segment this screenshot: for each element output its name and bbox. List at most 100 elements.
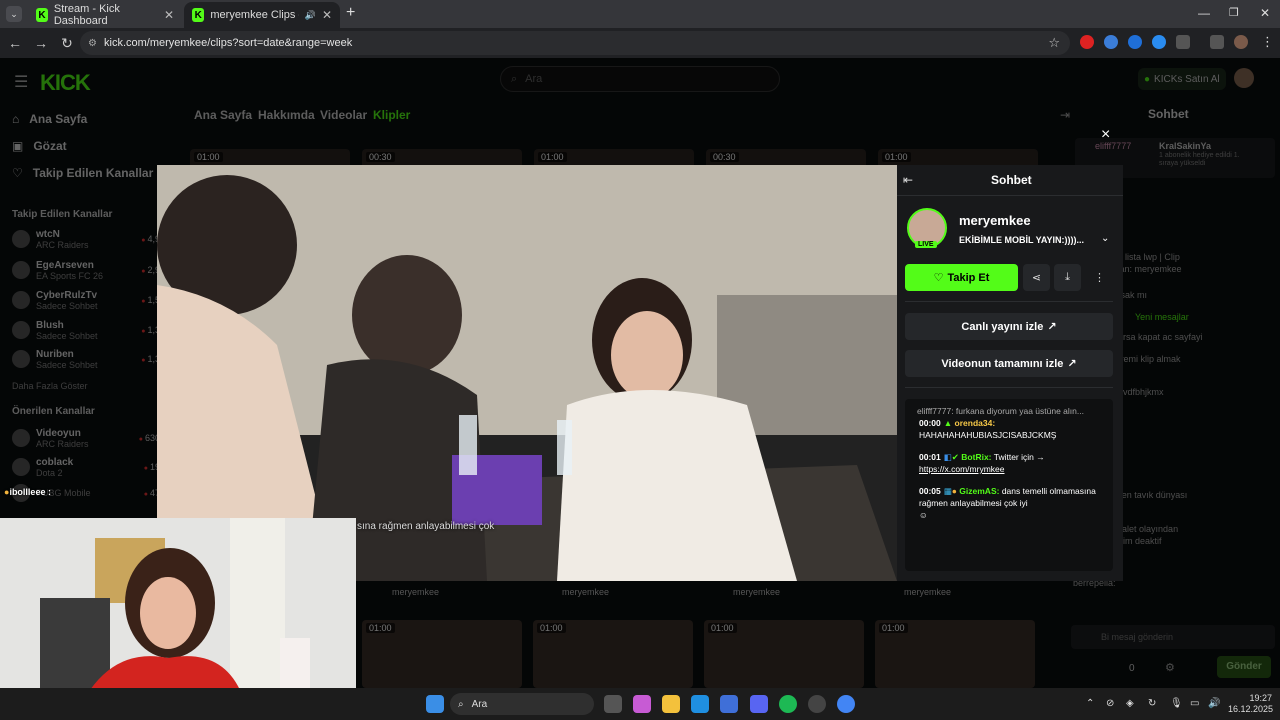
volume-icon[interactable]: 🔊 xyxy=(1208,698,1220,709)
clip-username[interactable]: meryemkee xyxy=(904,587,951,597)
close-window-icon[interactable]: ✕ xyxy=(1260,6,1270,20)
restore-icon[interactable]: ❐ xyxy=(1229,6,1239,19)
followed-channel[interactable]: wtcNARC Raiders4,9 xyxy=(12,226,160,252)
tab-clips[interactable]: Klipler xyxy=(373,108,410,122)
speaker-icon[interactable]: 🔊 xyxy=(305,10,316,21)
avatar xyxy=(12,261,30,279)
follow-button[interactable]: ♡ Takip Et xyxy=(905,264,1018,291)
edge-icon[interactable] xyxy=(691,695,709,713)
chat-input[interactable]: Bi mesaj gönderin xyxy=(1071,625,1275,649)
forward-icon[interactable]: → xyxy=(28,35,54,51)
extension-red-icon[interactable] xyxy=(1080,35,1094,49)
spotify-icon[interactable] xyxy=(779,695,797,713)
address-bar[interactable]: ⚙ kick.com/meryemkee/clips?sort=date&ran… xyxy=(80,31,1070,55)
webcam-overlay xyxy=(0,518,356,690)
tab-videos[interactable]: Videolar xyxy=(320,108,367,122)
show-more-link[interactable]: Daha Fazla Göster xyxy=(12,381,88,391)
recommended-channel[interactable]: coblackDota 219 xyxy=(12,454,160,480)
hamburger-menu-icon[interactable]: ☰ xyxy=(14,72,28,92)
recommended-header: Önerilen Kanallar xyxy=(12,406,95,417)
more-options-button[interactable]: ⋮ xyxy=(1086,264,1113,291)
heart-icon: ♡ xyxy=(933,272,944,284)
copilot-icon[interactable] xyxy=(633,695,651,713)
monitor-icon[interactable]: ▭ xyxy=(1190,698,1199,709)
taskbar-search[interactable]: ⌕ Ara xyxy=(450,693,594,715)
extension-translate-icon[interactable] xyxy=(1104,35,1118,49)
followed-channel[interactable]: CyberRulzTvSadece Sohbet1,5 xyxy=(12,287,160,313)
channel-name[interactable]: meryemkee xyxy=(959,213,1031,228)
task-view-icon[interactable] xyxy=(604,695,622,713)
taskbar-clock[interactable]: 19:27 16.12.2025 xyxy=(1228,693,1273,715)
close-tab-icon[interactable]: ✕ xyxy=(322,8,332,22)
back-icon[interactable]: ← xyxy=(2,35,28,51)
watch-live-button[interactable]: Canlı yayını izle ↗ xyxy=(905,313,1113,340)
chevron-down-icon[interactable]: ⌄ xyxy=(1101,233,1109,244)
reload-icon[interactable]: ↻ xyxy=(54,35,80,52)
site-info-icon[interactable]: ⚙ xyxy=(88,38,97,49)
nav-home[interactable]: ⌂ Ana Sayfa xyxy=(12,112,87,126)
clip-thumbnail[interactable]: 01:00 xyxy=(362,620,522,688)
settings-gear-icon[interactable]: ⚙ xyxy=(1165,661,1175,674)
heart-icon: ♡ xyxy=(12,166,23,180)
followed-channel[interactable]: BlushSadece Sohbet1,3 xyxy=(12,317,160,343)
download-button[interactable]: ⤓ xyxy=(1054,264,1081,291)
tray-app-icon[interactable]: ◈ xyxy=(1126,698,1134,709)
avatar xyxy=(12,458,30,476)
extension-audio-icon[interactable] xyxy=(1128,35,1142,49)
tray-sync-icon[interactable]: ↻ xyxy=(1148,698,1156,709)
tab-meryemkee-clips[interactable]: K meryemkee Clips - Watch L 🔊 ✕ xyxy=(184,2,340,28)
obs-icon[interactable] xyxy=(808,695,826,713)
discord-icon[interactable] xyxy=(750,695,768,713)
kick-logo[interactable]: KICK xyxy=(40,70,91,96)
chat-message: 00:00 ▲ orenda34: HAHAHAHAHUBIASJCISABJCK… xyxy=(919,418,1057,440)
microphone-icon[interactable]: 🎙 xyxy=(1170,698,1183,709)
avatar xyxy=(12,429,30,447)
tray-chevron-icon[interactable]: ⌃ xyxy=(1086,698,1094,709)
nav-browse[interactable]: ▣ Gözat xyxy=(12,139,67,153)
live-badge: LIVE xyxy=(915,241,937,248)
close-modal-button[interactable]: × xyxy=(1101,126,1110,144)
windows-start-icon[interactable] xyxy=(426,695,444,713)
clip-thumbnail[interactable]: 01:00 xyxy=(704,620,864,688)
collapse-panel-icon[interactable]: ⇤ xyxy=(903,173,913,187)
reading-list-icon[interactable] xyxy=(1210,35,1224,49)
send-button[interactable]: Gönder xyxy=(1217,656,1271,678)
browser-menu-icon[interactable]: ⋮ xyxy=(1261,34,1274,50)
avatar xyxy=(12,291,30,309)
clip-username[interactable]: meryemkee xyxy=(392,587,439,597)
chrome-icon[interactable] xyxy=(837,695,855,713)
bookmark-star-icon[interactable]: ☆ xyxy=(1048,35,1060,51)
extensions-puzzle-icon[interactable] xyxy=(1176,35,1190,49)
followed-channel[interactable]: EgeArsevenEA Sports FC 262,9 xyxy=(12,257,160,283)
kicks-buy-button[interactable]: ● KICKs Satın Al xyxy=(1138,68,1226,90)
recommended-channel[interactable]: VideoyunARC Raiders630 xyxy=(12,425,160,451)
search-input[interactable]: ⌕ Ara xyxy=(500,66,780,92)
chat-message: 00:01 ◧✔ BotRix: Twitter için → https://x… xyxy=(919,452,1045,474)
file-explorer-icon[interactable] xyxy=(662,695,680,713)
search-icon: ⌕ xyxy=(511,72,518,85)
webcam-illustration xyxy=(0,518,356,690)
profile-avatar-icon[interactable] xyxy=(1234,35,1248,49)
followed-channel[interactable]: NuribenSadece Sohbet1,3 xyxy=(12,346,160,372)
tab-kick-dashboard[interactable]: K Stream - Kick Dashboard ✕ xyxy=(28,2,182,28)
clip-thumbnail[interactable]: 01:00 xyxy=(533,620,693,688)
clip-username[interactable]: meryemkee xyxy=(562,587,609,597)
extension-blue-icon[interactable] xyxy=(1152,35,1166,49)
share-button[interactable]: ⋖ xyxy=(1023,264,1050,291)
minimize-icon[interactable]: — xyxy=(1198,6,1210,20)
tab-about[interactable]: Hakkımda xyxy=(258,108,315,122)
nav-following[interactable]: ♡ Takip Edilen Kanallar xyxy=(12,166,153,180)
tray-network-off-icon[interactable]: ⊘ xyxy=(1106,698,1114,709)
user-avatar[interactable] xyxy=(1234,68,1254,88)
verified-icon: ✔ xyxy=(951,452,959,462)
clip-username[interactable]: meryemkee xyxy=(733,587,780,597)
clip-thumbnail[interactable]: 01:00 xyxy=(875,620,1035,688)
avatar xyxy=(12,321,30,339)
new-tab-button[interactable]: + xyxy=(346,4,355,22)
close-tab-icon[interactable]: ✕ xyxy=(164,8,174,22)
tab-search-icon[interactable]: ⌄ xyxy=(6,6,22,22)
store-icon[interactable] xyxy=(720,695,738,713)
home-icon: ⌂ xyxy=(12,112,20,126)
tab-home[interactable]: Ana Sayfa xyxy=(194,108,252,122)
watch-full-video-button[interactable]: Videonun tamamını izle ↗ xyxy=(905,350,1113,377)
